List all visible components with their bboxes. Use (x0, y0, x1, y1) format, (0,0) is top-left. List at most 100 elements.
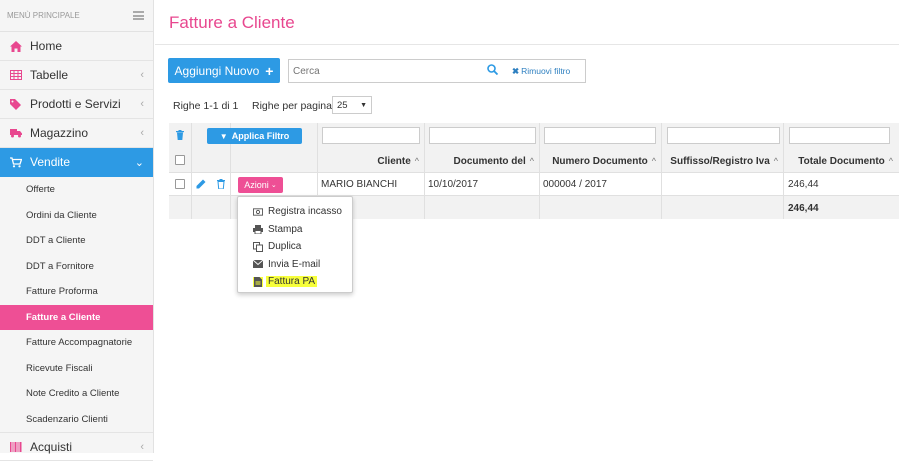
sort-icon: ^ (651, 156, 656, 166)
chevron-down-icon: ⌄ (134, 156, 144, 169)
menu-item-registra-incasso[interactable]: Registra incasso (238, 203, 352, 221)
table-row: Azioni ⌄ MARIO BIANCHI 10/10/2017 000004… (169, 172, 899, 196)
trash-icon[interactable] (176, 130, 184, 143)
search-input[interactable] (289, 65, 479, 77)
row-checkbox[interactable] (175, 179, 185, 189)
chevron-left-icon: ‹ (140, 69, 144, 81)
cell-totale: 246,44 (788, 179, 819, 190)
truck-icon (10, 127, 22, 139)
sort-icon: ^ (529, 156, 534, 166)
trash-icon[interactable] (217, 179, 225, 192)
barcode-icon (10, 441, 22, 453)
sidebar-header: MENÙ PRINCIPALE (0, 0, 153, 32)
plus-icon: + (265, 62, 274, 79)
filter-input-documento-del[interactable] (429, 127, 536, 144)
remove-filter-button[interactable]: ✖ Rimuovi filtro (512, 66, 570, 77)
apply-filter-label: Applica Filtro (231, 131, 290, 141)
filter-input-numero-documento[interactable] (544, 127, 656, 144)
sort-icon: ^ (773, 156, 778, 166)
column-header-label: Totale Documento (798, 155, 885, 167)
column-header-documento-del[interactable]: Documento del ^ (425, 151, 540, 171)
main-content: Fatture a Cliente Aggiungi Nuovo + ✖ Rim… (155, 0, 899, 453)
sidebar-item-label: Vendite (30, 155, 71, 169)
close-icon: ✖ (512, 65, 520, 76)
sort-icon: ^ (888, 156, 893, 166)
actions-dropdown-menu: Registra incasso Stampa Duplica Invia E-… (237, 196, 353, 293)
rows-per-page-value: 25 (337, 99, 348, 111)
title-divider (155, 44, 899, 45)
menu-item-fattura-pa[interactable]: Fattura PA (238, 273, 352, 291)
sidebar-item-label: Magazzino (30, 126, 89, 140)
actions-label: Azioni (244, 180, 269, 190)
chevron-down-icon: ⌄ (270, 182, 277, 189)
actions-dropdown-button[interactable]: Azioni ⌄ (238, 177, 283, 193)
sidebar-item-label: Home (30, 39, 63, 53)
hamburger-menu-icon[interactable] (133, 11, 144, 20)
menu-item-label: Duplica (268, 241, 302, 253)
copy-icon (253, 241, 263, 252)
sidebar-subitem-fatture-proforma[interactable]: Fatture Proforma (0, 279, 153, 305)
column-header-numero-documento[interactable]: Numero Documento ^ (540, 151, 662, 171)
select-all-checkbox[interactable] (175, 155, 185, 165)
column-header-cliente[interactable]: Cliente ^ (318, 151, 425, 171)
money-icon (253, 207, 263, 217)
chevron-left-icon: ‹ (140, 127, 144, 139)
column-header-label: Numero Documento (552, 155, 648, 167)
sidebar-subitem-scadenzario[interactable]: Scadenzario Clienti (0, 407, 153, 433)
sidebar-subitem-ordini-cliente[interactable]: Ordini da Cliente (0, 203, 153, 229)
filter-input-suffisso[interactable] (667, 127, 780, 144)
sidebar-item-home[interactable]: Home (0, 32, 153, 61)
sidebar-item-tabelle[interactable]: Tabelle ‹ (0, 61, 153, 90)
sidebar-item-magazzino[interactable]: Magazzino ‹ (0, 119, 153, 148)
sidebar-subitem-ricevute-fiscali[interactable]: Ricevute Fiscali (0, 356, 153, 382)
menu-item-invia-email[interactable]: Invia E-mail (238, 256, 352, 274)
cell-documento-del: 10/10/2017 (428, 179, 479, 190)
add-new-button[interactable]: Aggiungi Nuovo + (168, 58, 280, 83)
home-icon (10, 40, 22, 52)
column-header-label: Documento del (453, 155, 526, 167)
caret-down-icon: ▼ (360, 101, 367, 109)
filter-icon: ▼ (219, 131, 228, 141)
filter-input-cliente[interactable] (322, 127, 420, 144)
sidebar-subitem-ddt-fornitore[interactable]: DDT a Fornitore (0, 254, 153, 280)
sidebar-item-prodotti[interactable]: Prodotti e Servizi ‹ (0, 90, 153, 119)
menu-item-label: Invia E-mail (268, 258, 321, 270)
sidebar-subitem-fatture-cliente[interactable]: Fatture a Cliente (0, 304, 153, 330)
tags-icon (10, 98, 22, 110)
cell-cliente: MARIO BIANCHI (321, 179, 398, 190)
rows-per-page-label: Righe per pagina (252, 100, 332, 112)
footer-total: 246,44 (788, 203, 819, 214)
add-new-label: Aggiungi Nuovo (174, 63, 260, 78)
sidebar-item-label: Prodotti e Servizi (30, 97, 121, 111)
remove-filter-label: Rimuovi filtro (521, 66, 571, 76)
menu-item-label: Stampa (268, 223, 303, 235)
search-box: ✖ Rimuovi filtro (288, 59, 586, 83)
menu-item-duplica[interactable]: Duplica (238, 238, 352, 256)
filter-input-totale[interactable] (789, 127, 890, 144)
column-header-label: Suffisso/Registro Iva (670, 155, 770, 167)
menu-item-label: Registra incasso (268, 206, 342, 218)
column-header-suffisso[interactable]: Suffisso/Registro Iva ^ (662, 151, 784, 171)
sidebar-subitem-fatture-accompagnatorie[interactable]: Fatture Accompagnatorie (0, 330, 153, 356)
cell-numero-documento: 000004 / 2017 (543, 179, 607, 190)
menu-item-stampa[interactable]: Stampa (238, 221, 352, 239)
table-icon (10, 69, 22, 81)
sort-icon: ^ (414, 156, 419, 166)
search-icon[interactable] (487, 64, 499, 78)
column-header-totale[interactable]: Totale Documento ^ (784, 151, 899, 171)
sidebar-item-acquisti[interactable]: Acquisti ‹ (0, 432, 153, 461)
pencil-icon[interactable] (196, 179, 206, 192)
page-title: Fatture a Cliente (169, 13, 295, 32)
sidebar-subitem-ddt-cliente[interactable]: DDT a Cliente (0, 228, 153, 254)
sidebar-title: MENÙ PRINCIPALE (7, 11, 80, 20)
chevron-left-icon: ‹ (140, 98, 144, 110)
print-icon (253, 224, 263, 234)
sidebar-subitem-offerte[interactable]: Offerte (0, 177, 153, 203)
apply-filter-button[interactable]: ▼ Applica Filtro (207, 128, 302, 144)
sidebar: MENÙ PRINCIPALE Home Tabelle ‹ Prodotti … (0, 0, 154, 461)
sidebar-item-vendite[interactable]: Vendite ⌄ (0, 148, 153, 177)
sidebar-subitem-note-credito[interactable]: Note Credito a Cliente (0, 381, 153, 407)
rows-per-page-select[interactable]: 25 ▼ (332, 96, 372, 114)
column-header-label: Cliente (377, 155, 411, 167)
envelope-icon (253, 259, 263, 269)
